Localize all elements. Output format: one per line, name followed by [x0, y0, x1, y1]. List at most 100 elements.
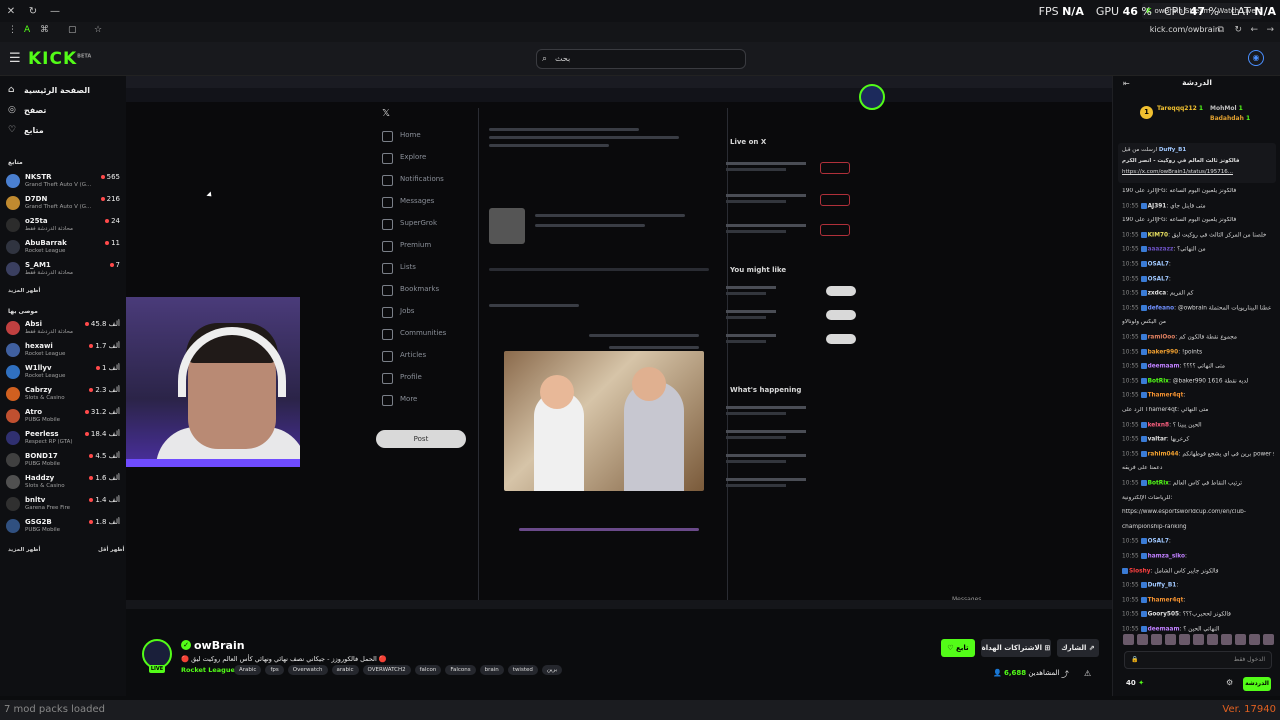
share-button[interactable]: الشارك ⇗ — [1057, 639, 1099, 657]
emote[interactable] — [1123, 634, 1134, 645]
pip-icon[interactable]: ⧉ — [1218, 25, 1224, 35]
video-player[interactable]: 𝕏 Home Explore Notifications Messages SuperG… — [126, 76, 1112, 609]
chat-username[interactable]: defeano — [1148, 305, 1175, 311]
stream-tag[interactable]: Falcons — [445, 665, 476, 675]
stream-category[interactable]: Rocket League — [181, 666, 235, 674]
stream-tag[interactable]: OVERWATCH2 — [362, 665, 411, 675]
chat-input[interactable]: 🔒 الدخول فقط — [1124, 651, 1272, 669]
chat-username[interactable]: Goory505 — [1148, 612, 1179, 618]
chat-username[interactable]: Thamer4qt — [1148, 393, 1184, 399]
forward-icon[interactable]: → — [1266, 25, 1274, 35]
chat-username[interactable]: Duffy_B1 — [1148, 583, 1177, 589]
sidebar-channel[interactable]: AbuBarrak Rocket League 11 — [6, 238, 120, 258]
report-icon[interactable]: ⚠ — [1084, 669, 1091, 678]
stream-tag[interactable]: fps — [265, 665, 284, 675]
share-arrow-icon[interactable]: ⤴ — [1061, 669, 1069, 680]
chat-username[interactable]: Thamer4qt — [1148, 597, 1184, 603]
channel-points[interactable]: 40 ✦ — [1126, 679, 1144, 687]
top-gifter[interactable]: Badahdah 1 — [1210, 115, 1250, 122]
emote[interactable] — [1193, 634, 1204, 645]
chat-message: الرد على 190JFG: فالكونز يلعبون اليوم ال… — [1122, 188, 1274, 194]
show-more-recommended[interactable]: أظهر المزيد — [8, 547, 40, 553]
sidebar-channel[interactable]: hexawi Rocket League 1.7 ألف — [6, 341, 120, 361]
chat-settings-icon[interactable]: ⚙ — [1226, 678, 1233, 687]
sidebar-channel[interactable]: bnltv Garena Free Fire 1.4 ألف — [6, 495, 120, 515]
chat-username[interactable]: baker990 — [1148, 349, 1179, 355]
emote[interactable] — [1263, 634, 1274, 645]
gift-subs-button[interactable]: الاشتراكات الهداة ⊞ — [981, 639, 1051, 657]
emote[interactable] — [1165, 634, 1176, 645]
stream-tag[interactable]: arabic — [331, 665, 359, 675]
channel-name[interactable]: owBrain — [194, 639, 245, 652]
follow-button[interactable]: ♡ تابع — [941, 639, 975, 657]
stream-tag[interactable]: Overwatch — [287, 665, 328, 675]
chat-username[interactable]: hamza_siko — [1148, 554, 1185, 560]
back-icon[interactable]: ← — [1250, 25, 1258, 35]
chat-username[interactable]: OSAL7 — [1148, 262, 1169, 268]
stream-tag[interactable]: برين — [541, 665, 563, 675]
stream-tag[interactable]: brain — [479, 665, 504, 675]
emote[interactable] — [1207, 634, 1218, 645]
chat-send-button[interactable]: الدردشة — [1243, 677, 1271, 691]
menu-dots-icon[interactable]: ⋮ — [8, 25, 17, 35]
nav-following[interactable]: ♡ متابع — [8, 125, 44, 135]
show-more-following[interactable]: أظهر المزيد — [8, 288, 40, 294]
sidebar-channel[interactable]: Peerless Respect RP (GTA) 18.4 ألف — [6, 429, 120, 449]
minimize-icon[interactable]: — — [44, 6, 66, 17]
nav-home[interactable]: ⌂ الصفحة الرئيسية — [8, 85, 90, 95]
nav-browse[interactable]: ◎ تصفح — [8, 105, 46, 115]
pinned-link[interactable]: https://x.com/owBrain1/status/195716... — [1122, 169, 1272, 175]
chat-username[interactable]: kelxn8 — [1148, 422, 1170, 428]
emote[interactable] — [1221, 634, 1232, 645]
chat-username[interactable]: deemaam — [1148, 627, 1180, 633]
refresh-icon[interactable]: ↻ — [1234, 25, 1242, 35]
sidebar-channel[interactable]: D7DN Grand Theft Auto V (G... 216 — [6, 194, 120, 214]
extension-icon[interactable]: ⌘ — [40, 25, 49, 35]
reload-icon[interactable]: ↻ — [22, 6, 44, 17]
stream-tag[interactable]: falcon — [414, 665, 442, 675]
show-less-recommended[interactable]: أظهر أقل — [98, 547, 124, 553]
stream-tag[interactable]: twisted — [507, 665, 538, 675]
hamburger-menu-icon[interactable]: ☰ — [9, 51, 21, 66]
sidebar-channel[interactable]: BOND17 PUBG Mobile 4.5 ألف — [6, 451, 120, 471]
top-gifter[interactable]: MohMol 1 — [1210, 105, 1243, 112]
chat-username[interactable]: valtar — [1148, 437, 1167, 443]
sidebar-channel[interactable]: Haddzy Slots & Casino 1.6 ألف — [6, 473, 120, 493]
sidebar-channel[interactable]: o25ta محادثة الدردشة فقط 24 — [6, 216, 120, 236]
sidebar-channel[interactable]: GSG2B PUBG Mobile 1.8 ألف — [6, 517, 120, 537]
chat-username[interactable]: BotRix — [1148, 481, 1169, 487]
chat-username[interactable]: OSAL7 — [1148, 276, 1169, 282]
chat-username[interactable]: OSAL7 — [1148, 539, 1169, 545]
chat-username[interactable]: Sloshy — [1129, 568, 1151, 574]
chat-username[interactable]: deemaam — [1148, 364, 1180, 370]
search-input[interactable]: ⌕ بحث — [536, 49, 746, 69]
sidebar-channel[interactable]: NKSTR Grand Theft Auto V (G... 565 — [6, 172, 120, 192]
emote[interactable] — [1249, 634, 1260, 645]
address-bar[interactable]: kick.com/owbrain — [1150, 25, 1220, 34]
chat-username[interactable]: zxdca — [1148, 291, 1167, 297]
kick-logo[interactable]: KICKBETA — [28, 49, 91, 69]
emote[interactable] — [1137, 634, 1148, 645]
chat-username[interactable]: KIM70 — [1148, 232, 1169, 238]
chat-username[interactable]: ramiOoo — [1148, 335, 1176, 341]
sidebar-channel[interactable]: Absi محادثة الدردشة فقط 45.8 ألف — [6, 319, 120, 339]
tabs-icon[interactable]: ▢ — [68, 25, 77, 35]
top-gifter[interactable]: Tareqqq212 1 — [1157, 105, 1203, 112]
close-icon[interactable]: ✕ — [0, 6, 22, 17]
star-icon[interactable]: ☆ — [94, 25, 102, 35]
stream-tag[interactable]: Arabic — [234, 665, 262, 675]
emote[interactable] — [1151, 634, 1162, 645]
emote[interactable] — [1179, 634, 1190, 645]
chat-username[interactable]: AJ391 — [1148, 203, 1167, 209]
chat-username[interactable]: rahim044 — [1148, 451, 1179, 457]
pinned-user[interactable]: Duffy_B1 — [1159, 147, 1186, 153]
chat-username[interactable]: BotRix — [1148, 378, 1169, 384]
sidebar-channel[interactable]: Atro PUBG Mobile 31.2 ألف — [6, 407, 120, 427]
sidebar-channel[interactable]: W1llyv Rocket League 1 ألف — [6, 363, 120, 383]
sidebar-channel[interactable]: Cabrzy Slots & Casino 2.3 ألف — [6, 385, 120, 405]
emote[interactable] — [1235, 634, 1246, 645]
sidebar-channel[interactable]: S_AM1 محادثة الدردشة فقط 7 — [6, 260, 120, 280]
extension-a-icon[interactable]: A — [24, 25, 30, 35]
user-menu-icon[interactable]: ◉ — [1248, 50, 1264, 66]
chat-username[interactable]: aaazazz — [1148, 247, 1174, 253]
